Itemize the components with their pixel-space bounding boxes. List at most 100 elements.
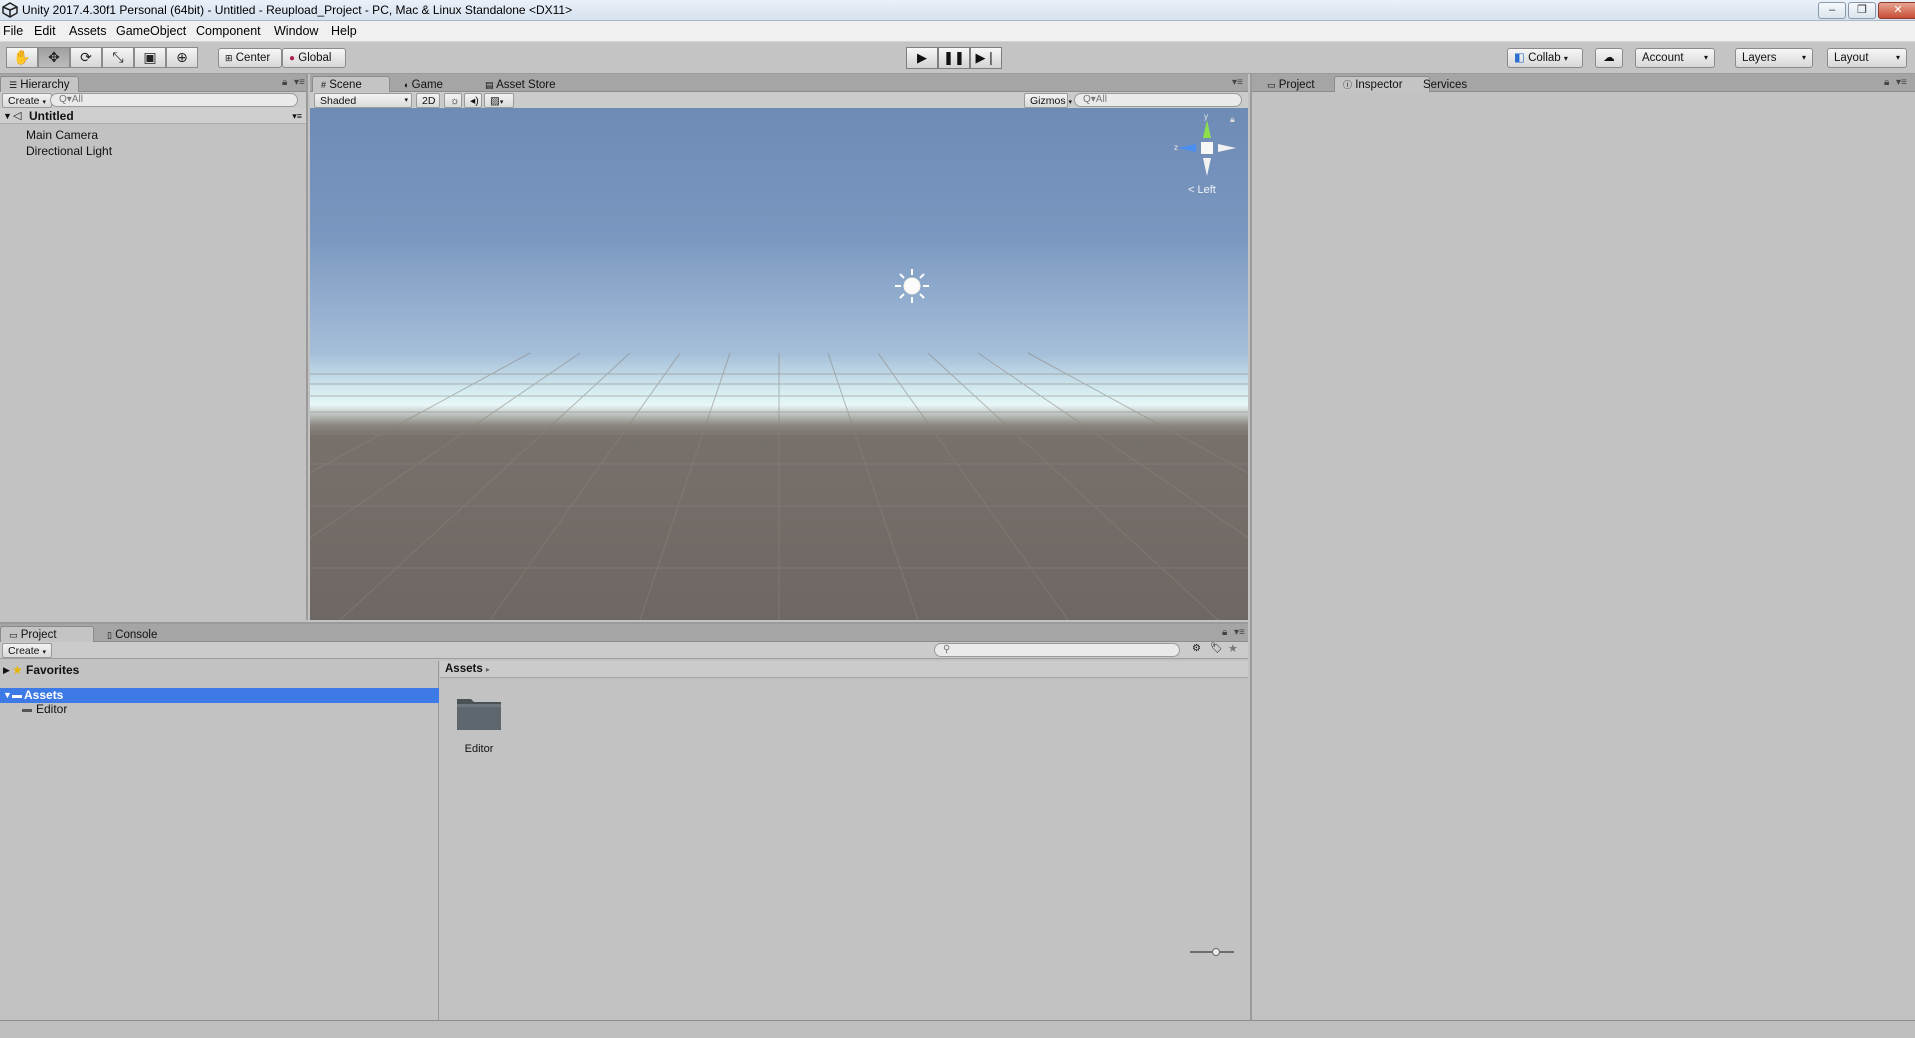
orientation-label[interactable]: < Left [1188, 184, 1216, 196]
collab-label: Collab [1528, 52, 1561, 64]
layers-label: Layers [1742, 52, 1777, 64]
transform-icon: ⊕ [176, 49, 188, 65]
hierarchy-item-main-camera[interactable]: Main Camera [26, 128, 98, 142]
tab-services[interactable]: Services [1414, 76, 1476, 92]
tab-scene[interactable]: # Scene [312, 76, 390, 92]
scene-search-input[interactable]: Q▾All [1074, 93, 1242, 107]
panel-menu-icon[interactable]: ▾≡ [1234, 627, 1245, 638]
folder-icon[interactable] [456, 695, 502, 731]
space-global-toggle[interactable]: ● Global [282, 48, 346, 68]
pause-button[interactable]: ❚❚ [938, 47, 970, 69]
collab-dropdown[interactable]: ◧ Collab ▾ [1507, 48, 1583, 68]
ground-grid [310, 352, 1248, 620]
chevron-down-icon: ▾ [1068, 99, 1073, 106]
audio-toggle[interactable]: ◂) [464, 93, 482, 108]
expand-triangle-icon: ▼ [3, 111, 12, 121]
step-button[interactable]: ▶❘ [970, 47, 1002, 69]
tab-project[interactable]: ▭ Project [1258, 76, 1324, 92]
scale-tool-button[interactable]: ⤡ [102, 47, 134, 68]
scene-viewport[interactable]: y z 🔒︎ < Left [310, 108, 1248, 620]
menu-assets[interactable]: Assets [69, 24, 107, 38]
move-icon: ✥ [48, 49, 60, 65]
status-bar [0, 1020, 1915, 1038]
menu-file[interactable]: File [3, 24, 23, 38]
panel-menu-icon[interactable]: ▾≡ [294, 77, 305, 88]
mode-2d-toggle[interactable]: 2D [416, 93, 440, 108]
scene-menu-icon[interactable]: ▾≡ [292, 108, 302, 124]
folder-icon: ▭ [1267, 80, 1276, 90]
orientation-gizmo-icon[interactable] [1170, 116, 1240, 182]
grid-item-editor-label[interactable]: Editor [456, 743, 502, 755]
viewport-lock-icon[interactable]: 🔒︎ [1230, 114, 1235, 125]
folder-icon: ▬ [12, 690, 22, 701]
filter-by-label-icon[interactable]: 🏷︎ [1210, 643, 1223, 654]
chevron-down-icon: ▾ [499, 99, 504, 106]
hierarchy-item-directional-light[interactable]: Directional Light [26, 144, 112, 158]
lock-icon[interactable]: 🔒︎ [1884, 77, 1889, 88]
project-search-input[interactable]: ⚲ [934, 643, 1180, 657]
project-folder-tree: ▶ ★ Favorites ▼ ▬ Assets ▬ Editor [0, 661, 439, 1022]
project-create-button[interactable]: Create ▾ [2, 643, 52, 658]
tab-hierarchy-label: Hierarchy [20, 79, 70, 91]
panel-menu-icon[interactable]: ▾≡ [1232, 77, 1243, 88]
tab-game[interactable]: ◖ Game [394, 76, 452, 92]
hierarchy-create-button[interactable]: Create ▾ [2, 93, 52, 108]
console-icon: ▯ [107, 630, 112, 640]
hierarchy-search-input[interactable]: Q▾All [50, 93, 298, 107]
minimize-button[interactable]: – [1818, 2, 1846, 19]
unity-logo-icon [2, 2, 18, 18]
menu-edit[interactable]: Edit [34, 24, 56, 38]
menu-gameobject[interactable]: GameObject [116, 24, 186, 38]
close-button[interactable]: ✕ [1878, 2, 1915, 19]
tab-hierarchy[interactable]: ☰ Hierarchy [0, 76, 79, 92]
menu-window[interactable]: Window [274, 24, 318, 38]
breadcrumb-assets[interactable]: Assets [445, 663, 483, 675]
lock-icon[interactable]: 🔒︎ [282, 77, 287, 88]
pause-icon: ❚❚ [943, 50, 965, 65]
tree-row-assets[interactable]: ▼ ▬ Assets [0, 688, 439, 703]
list-icon: ☰ [9, 80, 18, 90]
tab-asset-store-label: Asset Store [496, 79, 556, 91]
cloud-button[interactable]: ☁ [1595, 48, 1623, 68]
icon-size-slider[interactable] [1190, 948, 1248, 956]
transform-tool-button[interactable]: ⊕ [166, 47, 198, 68]
lock-icon[interactable]: 🔒︎ [1222, 627, 1227, 638]
panel-menu-icon[interactable]: ▾≡ [1896, 77, 1907, 88]
effects-dropdown[interactable]: ▨▾ [484, 93, 514, 108]
scene-panel: # Scene ◖ Game ▤ Asset Store ▾≡ Shaded ▾… [310, 74, 1248, 620]
scene-root-row[interactable]: ▼ ◁ Untitled ▾≡ [0, 108, 306, 124]
tab-console[interactable]: ▯ Console [98, 626, 166, 642]
mode-2d-label: 2D [422, 95, 436, 107]
assets-label: Assets [24, 688, 64, 702]
editor-folder-label: Editor [36, 702, 68, 716]
tab-asset-store[interactable]: ▤ Asset Store [476, 76, 565, 92]
move-tool-button[interactable]: ✥ [38, 47, 70, 68]
cloud-icon: ☁ [1603, 52, 1615, 64]
maximize-button[interactable]: ❐ [1848, 2, 1876, 19]
rect-tool-button[interactable]: ▣ [134, 47, 166, 68]
folder-icon: ▬ [22, 704, 32, 715]
play-button[interactable]: ▶ [906, 47, 938, 69]
menu-help[interactable]: Help [331, 24, 357, 38]
gizmos-dropdown[interactable]: Gizmos ▾ [1024, 93, 1072, 108]
account-dropdown[interactable]: Account ▾ [1635, 48, 1715, 68]
rotate-tool-button[interactable]: ⟳ [70, 47, 102, 68]
tab-services-label: Services [1423, 79, 1468, 91]
directional-light-gizmo-icon[interactable] [894, 268, 930, 304]
pivot-center-toggle[interactable]: ⊞ Center [218, 48, 282, 68]
lighting-toggle[interactable]: ☼ [444, 93, 462, 108]
store-icon: ▤ [485, 80, 494, 90]
tab-console-label: Console [115, 629, 158, 641]
save-search-star-icon[interactable]: ★ [1228, 642, 1238, 655]
layout-dropdown[interactable]: Layout ▾ [1827, 48, 1907, 68]
tree-row-editor[interactable]: ▬ Editor [0, 702, 439, 717]
chevron-down-icon: ▾ [1703, 53, 1708, 62]
hand-tool-button[interactable]: ✋ [6, 47, 38, 68]
layers-dropdown[interactable]: Layers ▾ [1735, 48, 1813, 68]
tab-project-bottom[interactable]: ▭ Project [0, 626, 94, 642]
shading-mode-dropdown[interactable]: Shaded ▾ [314, 93, 412, 108]
tree-row-favorites[interactable]: ▶ ★ Favorites [0, 663, 439, 678]
filter-by-type-icon[interactable]: ⚙ [1192, 643, 1201, 654]
pivot-icon: ⊞ [225, 53, 233, 63]
menu-component[interactable]: Component [196, 24, 261, 38]
